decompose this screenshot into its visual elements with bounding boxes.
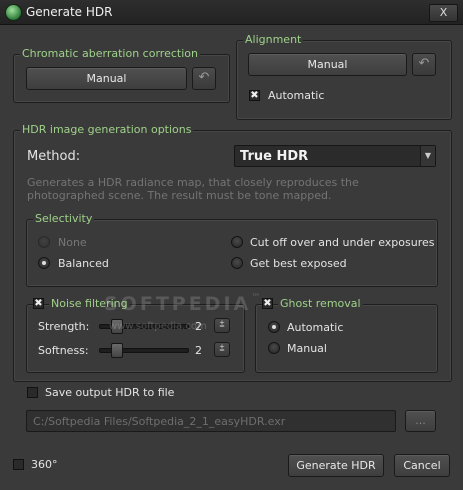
selectivity-none-label: None [58, 236, 87, 249]
app-logo-icon [5, 4, 22, 21]
selectivity-cutoff-radio[interactable] [231, 236, 243, 248]
undo-arrow-icon: ↶ [418, 56, 430, 71]
ghost-removal-checkbox[interactable]: ✖ [262, 298, 273, 309]
save-output-label: Save output HDR to file [45, 386, 175, 399]
selectivity-best-exposed-radio[interactable] [231, 257, 243, 269]
reset-icon: ⩲ [219, 320, 225, 330]
browse-button[interactable]: ... [405, 410, 436, 432]
ghost-automatic-radio[interactable] [268, 321, 280, 333]
ghost-removal-group: Ghost removal [255, 297, 438, 373]
360-degree-label: 360° [31, 458, 58, 471]
method-select[interactable]: True HDR ▼ [234, 145, 436, 167]
selectivity-balanced-radio[interactable] [38, 257, 50, 269]
noise-filtering-checkbox[interactable]: ✖ [33, 298, 44, 309]
strength-reset-button[interactable]: ⩲ [214, 318, 230, 333]
hdr-options-title: HDR image generation options [20, 123, 194, 136]
title-bar: Generate HDR X [0, 0, 463, 25]
method-select-value: True HDR [240, 149, 309, 164]
alignment-title: Alignment [243, 33, 304, 46]
softness-value: 2 [195, 344, 202, 357]
softness-slider-handle[interactable] [111, 343, 123, 358]
close-button[interactable]: X [429, 4, 458, 22]
ghost-manual-radio[interactable] [268, 342, 280, 354]
selectivity-group: Selectivity [26, 212, 438, 287]
reset-icon: ⩲ [219, 344, 225, 354]
selectivity-best-exposed-label: Get best exposed [250, 257, 347, 270]
generate-hdr-button[interactable]: Generate HDR [288, 454, 384, 477]
selectivity-none-radio[interactable] [38, 236, 50, 248]
alignment-manual-button[interactable]: Manual [248, 53, 407, 76]
alignment-undo-button[interactable]: ↶ [412, 53, 436, 76]
chromatic-undo-button[interactable]: ↶ [192, 67, 216, 90]
method-label: Method: [27, 149, 81, 164]
alignment-group: Alignment [236, 33, 452, 120]
selectivity-cutoff-label: Cut off over and under exposures [250, 236, 435, 249]
alignment-automatic-checkbox[interactable]: ✖ [249, 90, 260, 101]
softness-reset-button[interactable]: ⩲ [214, 342, 230, 357]
undo-arrow-icon: ↶ [198, 70, 210, 85]
alignment-automatic-label: Automatic [268, 89, 325, 102]
output-path-field[interactable]: C:/Softpedia Files/Softpedia_2_1_easyHDR… [26, 410, 396, 432]
watermark-url: www.softpedia.com [109, 321, 207, 332]
ghost-manual-label: Manual [287, 342, 327, 355]
ghost-automatic-label: Automatic [287, 321, 344, 334]
ghost-removal-title: Ghost removal [278, 297, 363, 310]
chromatic-aberration-title: Chromatic aberration correction [20, 47, 200, 60]
360-degree-checkbox[interactable] [13, 459, 24, 470]
strength-label: Strength: [38, 320, 90, 333]
chromatic-manual-button[interactable]: Manual [26, 67, 187, 90]
selectivity-title: Selectivity [33, 212, 95, 225]
softness-label: Softness: [38, 344, 89, 357]
save-output-checkbox[interactable] [27, 387, 38, 398]
cancel-button[interactable]: Cancel [394, 454, 450, 477]
watermark-text: SOFTPEDIA™ [104, 293, 264, 315]
window-title: Generate HDR [26, 5, 113, 19]
selectivity-balanced-label: Balanced [58, 257, 109, 270]
method-description: Generates a HDR radiance map, that close… [27, 176, 359, 202]
chevron-down-icon: ▼ [420, 146, 435, 166]
